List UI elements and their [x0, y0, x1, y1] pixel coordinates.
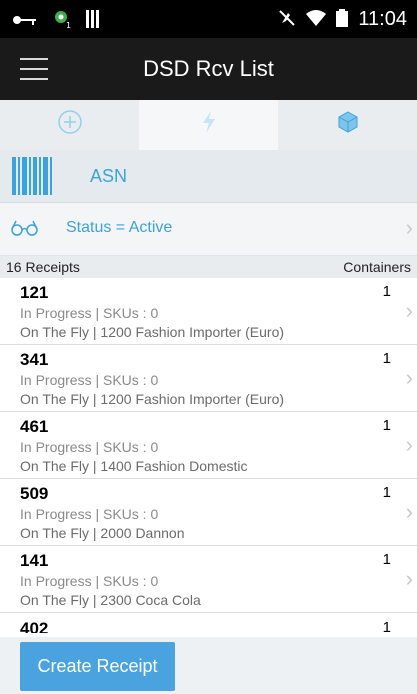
receipt-supplier: On The Fly | 2000 Dannon	[20, 525, 185, 541]
tab-bar	[0, 100, 417, 150]
page-title: DSD Rcv List	[143, 56, 274, 81]
filter-label: Status = Active	[66, 219, 173, 236]
add-circle-icon	[57, 109, 83, 141]
key-icon	[12, 11, 38, 31]
list-item[interactable]: 341 1 In Progress | SKUs : 0 On The Fly …	[0, 345, 417, 412]
chevron-right-icon: ›	[405, 499, 413, 524]
notification-icon: 1	[52, 9, 72, 33]
status-bar: 1 11:04	[0, 0, 417, 38]
scan-bar[interactable]: ASN	[0, 150, 417, 203]
receipt-status: In Progress | SKUs : 0	[20, 305, 159, 321]
container-count: 1	[382, 417, 391, 434]
wifi-icon	[306, 9, 327, 30]
receipt-count: 16 Receipts	[6, 259, 80, 275]
scan-label: ASN	[90, 166, 128, 186]
receipt-list: 121 1 In Progress | SKUs : 0 On The Fly …	[0, 278, 417, 633]
app-bar: DSD Rcv List	[0, 38, 417, 100]
receipt-supplier: On The Fly | 1400 Fashion Domestic	[20, 458, 248, 474]
chevron-right-icon: ›	[405, 215, 413, 240]
receipt-id: 402	[20, 619, 49, 633]
footer-bar: Create Receipt	[0, 637, 417, 694]
glasses-icon	[10, 219, 40, 237]
list-item[interactable]: 461 1 In Progress | SKUs : 0 On The Fly …	[0, 412, 417, 479]
containers-header: Containers	[343, 259, 411, 275]
receipt-supplier: On The Fly | 1200 Fashion Importer (Euro…	[20, 391, 285, 407]
receipt-status: In Progress | SKUs : 0	[20, 372, 159, 388]
receipt-status: In Progress | SKUs : 0	[20, 506, 159, 522]
receipt-status: In Progress | SKUs : 0	[20, 439, 159, 455]
list-item[interactable]: 141 1 In Progress | SKUs : 0 On The Fly …	[0, 546, 417, 613]
list-item[interactable]: 402 1	[0, 613, 417, 633]
list-item[interactable]: 121 1 In Progress | SKUs : 0 On The Fly …	[0, 278, 417, 345]
chevron-right-icon: ›	[405, 365, 413, 390]
receipt-id: 509	[20, 484, 49, 503]
receipt-supplier: On The Fly | 2300 Coca Cola	[20, 592, 201, 608]
clock: 11:04	[358, 8, 407, 30]
cube-icon	[336, 110, 360, 140]
lightning-icon	[201, 111, 217, 139]
chevron-right-icon: ›	[405, 566, 413, 591]
container-count: 1	[382, 350, 391, 367]
container-count: 1	[382, 283, 391, 300]
chevron-right-icon: ›	[405, 298, 413, 323]
filter-bar[interactable]: Status = Active ›	[0, 203, 417, 256]
chevron-right-icon: ›	[405, 432, 413, 457]
list-item[interactable]: 509 1 In Progress | SKUs : 0 On The Fly …	[0, 479, 417, 546]
tab-add[interactable]	[0, 100, 139, 150]
battery-icon	[336, 8, 349, 31]
barcode-icon[interactable]	[12, 157, 52, 195]
tab-quick[interactable]	[139, 100, 278, 150]
receipt-id: 121	[20, 283, 49, 302]
receipt-status: In Progress | SKUs : 0	[20, 573, 159, 589]
svg-text:1: 1	[66, 21, 71, 29]
receipt-supplier: On The Fly | 1200 Fashion Importer (Euro…	[20, 324, 285, 340]
tab-containers[interactable]	[278, 100, 417, 150]
no-sound-icon	[278, 9, 296, 31]
container-count: 1	[382, 619, 391, 633]
list-header: 16 Receipts Containers	[0, 256, 417, 278]
create-receipt-button[interactable]: Create Receipt	[20, 642, 175, 691]
receipt-id: 461	[20, 417, 49, 436]
receipt-id: 141	[20, 551, 49, 570]
container-count: 1	[382, 484, 391, 501]
sim-icon	[86, 10, 100, 32]
receipt-id: 341	[20, 350, 49, 369]
container-count: 1	[382, 551, 391, 568]
